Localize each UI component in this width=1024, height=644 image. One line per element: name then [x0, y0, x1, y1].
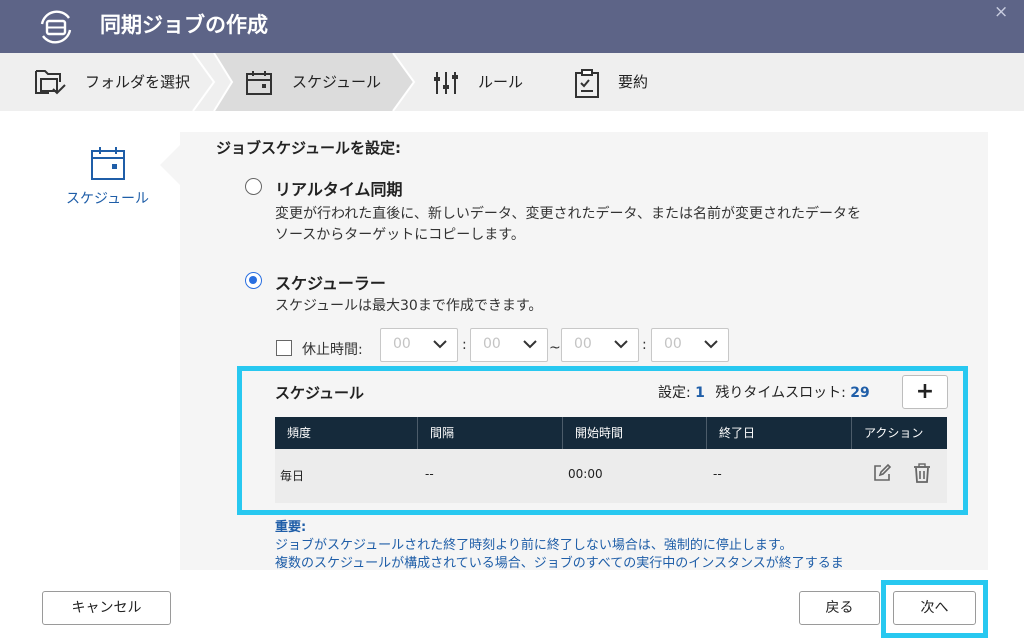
realtime-sync-title: リアルタイム同期: [275, 180, 403, 199]
step-label: 要約: [618, 73, 649, 91]
realtime-sync-desc-2: ソースからターゲットにコピーします。: [275, 227, 525, 243]
wizard-steps: フォルダを選択 スケジュール ルール 要約: [0, 53, 1024, 111]
pause-time-checkbox[interactable]: [276, 340, 292, 356]
window-title: 同期ジョブの作成: [100, 13, 268, 37]
section-heading: ジョブスケジュールを設定:: [216, 139, 401, 157]
step-rules[interactable]: ルール: [420, 53, 550, 111]
realtime-sync-radio[interactable]: [245, 178, 262, 195]
step-label: ルール: [478, 73, 524, 91]
pause-start-minute-select[interactable]: 00: [470, 328, 548, 362]
calendar-icon: [246, 71, 272, 95]
calendar-icon: [91, 147, 125, 180]
step-summary[interactable]: 要約: [560, 53, 680, 111]
pause-end-hour-select[interactable]: 00: [561, 328, 639, 362]
sync-job-icon: [40, 10, 72, 44]
pause-start-hour-select[interactable]: 00: [380, 328, 458, 362]
clipboard-icon: [575, 69, 599, 98]
important-title: 重要:: [275, 520, 307, 535]
step-label: フォルダを選択: [85, 73, 191, 91]
chevron-down-icon: [523, 340, 537, 349]
highlight-schedule-table: [237, 366, 968, 515]
chevron-down-icon: [614, 340, 628, 349]
range-separator: ~: [549, 340, 561, 356]
select-value: 00: [664, 336, 682, 352]
chevron-down-icon: [433, 340, 447, 349]
nav-item-schedule[interactable]: スケジュール: [66, 188, 149, 208]
time-separator: :: [642, 337, 647, 353]
back-button[interactable]: 戻る: [799, 591, 880, 625]
folder-select-icon: [35, 70, 66, 95]
title-bar: 同期ジョブの作成 ×: [0, 0, 1024, 53]
important-note: 重要: ジョブがスケジュールされた終了時刻より前に終了しない場合は、強制的に停止…: [275, 519, 844, 570]
scheduler-desc: スケジュールは最大30まで作成できます。: [275, 298, 543, 314]
scheduler-radio[interactable]: [245, 272, 262, 289]
cancel-button-label: キャンセル: [71, 600, 142, 616]
chevron-down-icon: [704, 340, 718, 349]
close-icon[interactable]: ×: [994, 2, 1008, 22]
cancel-button[interactable]: キャンセル: [42, 591, 171, 625]
select-value: 00: [483, 336, 501, 352]
step-schedule[interactable]: スケジュール: [215, 53, 405, 111]
step-label: スケジュール: [292, 73, 381, 91]
scheduler-title: スケジューラー: [275, 274, 386, 293]
pause-time-label: 休止時間:: [302, 342, 363, 358]
highlight-next-button: [881, 580, 988, 638]
important-line-2: 複数のスケジュールが構成されている場合、ジョブのすべての実行中のインスタンスが終…: [275, 556, 844, 570]
realtime-sync-desc-1: 変更が行われた直後に、新しいデータ、変更されたデータ、または名前が変更されたデー…: [275, 206, 862, 222]
step-folder-select[interactable]: フォルダを選択: [0, 53, 200, 111]
panel-pointer: [160, 145, 180, 185]
select-value: 00: [393, 336, 411, 352]
time-separator: :: [462, 337, 467, 353]
select-value: 00: [574, 336, 592, 352]
sliders-icon: [434, 72, 458, 94]
pause-end-minute-select[interactable]: 00: [651, 328, 729, 362]
important-line-1: ジョブがスケジュールされた終了時刻より前に終了しない場合は、強制的に停止します。: [275, 538, 793, 553]
back-button-label: 戻る: [825, 600, 854, 616]
